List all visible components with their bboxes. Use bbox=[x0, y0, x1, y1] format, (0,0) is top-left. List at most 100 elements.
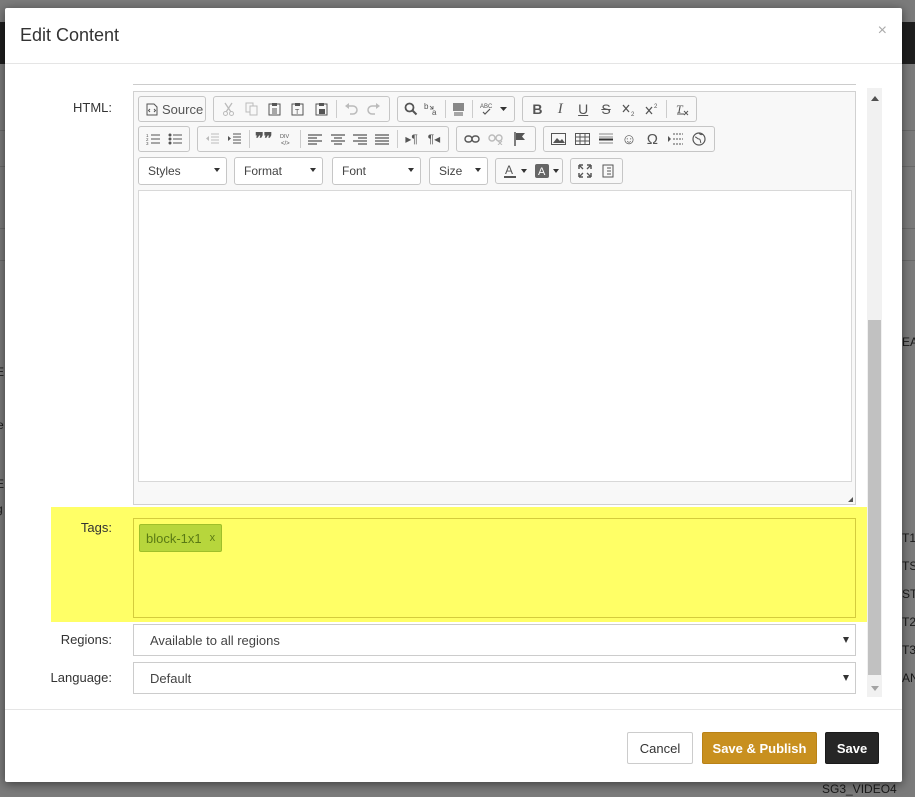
table-icon[interactable] bbox=[570, 128, 593, 150]
svg-text:3: 3 bbox=[146, 141, 149, 145]
chevron-down-icon bbox=[408, 168, 414, 172]
chevron-down-icon bbox=[521, 169, 527, 173]
underline-icon[interactable]: U bbox=[572, 98, 595, 120]
regions-select-value: Available to all regions bbox=[150, 632, 280, 648]
scroll-down-arrow-icon[interactable] bbox=[871, 686, 879, 691]
tag-remove-icon[interactable]: x bbox=[210, 532, 216, 544]
tag-chip-label: block-1x1 bbox=[146, 530, 202, 546]
text-color-button[interactable]: A bbox=[499, 160, 531, 182]
image-icon[interactable] bbox=[547, 128, 570, 150]
cut-icon[interactable] bbox=[217, 98, 240, 120]
horizontal-rule-icon[interactable] bbox=[594, 128, 617, 150]
link-icon[interactable] bbox=[460, 128, 484, 150]
iframe-globe-icon[interactable] bbox=[688, 128, 711, 150]
text-direction-ltr-icon[interactable]: ▸¶ bbox=[400, 128, 422, 150]
modal-footer: Cancel Save & Publish Save bbox=[5, 709, 902, 782]
toolbar-group-insert: ☺ Ω bbox=[543, 126, 715, 152]
cancel-button[interactable]: Cancel bbox=[627, 732, 693, 764]
tags-input[interactable]: block-1x1 x bbox=[133, 518, 856, 618]
format-dropdown[interactable]: Format bbox=[234, 157, 323, 185]
chevron-down-icon bbox=[843, 637, 849, 643]
chevron-down-icon bbox=[310, 168, 316, 172]
paste-word-icon[interactable] bbox=[310, 98, 333, 120]
paste-text-icon[interactable]: T bbox=[286, 98, 309, 120]
anchor-flag-icon[interactable] bbox=[508, 128, 532, 150]
bold-icon[interactable]: B bbox=[526, 98, 549, 120]
toolbar-group-tools bbox=[570, 158, 623, 184]
special-char-icon[interactable]: Ω bbox=[641, 128, 664, 150]
blockquote-icon[interactable]: ❞❞ bbox=[253, 128, 275, 150]
editor-resize-handle[interactable] bbox=[848, 497, 853, 502]
modal-scrollbar[interactable] bbox=[867, 88, 882, 697]
replace-icon[interactable]: ba bbox=[421, 98, 441, 120]
background-text: g bbox=[0, 502, 3, 516]
toolbar-group-document: Source bbox=[138, 96, 206, 122]
italic-icon[interactable]: I bbox=[549, 98, 572, 120]
edit-content-modal: Edit Content × HTML: Source T b a ABC B … bbox=[5, 8, 902, 782]
chevron-down-icon bbox=[500, 107, 507, 111]
close-icon[interactable]: × bbox=[878, 22, 887, 40]
svg-text:DIV: DIV bbox=[280, 134, 290, 140]
align-center-icon[interactable] bbox=[327, 128, 349, 150]
subscript-icon[interactable]: 2 bbox=[617, 98, 640, 120]
outdent-icon[interactable] bbox=[201, 128, 223, 150]
html-label: HTML: bbox=[73, 100, 112, 115]
paste-icon[interactable] bbox=[263, 98, 286, 120]
font-dropdown[interactable]: Font bbox=[332, 157, 421, 185]
scrollbar-thumb[interactable] bbox=[868, 320, 881, 675]
background-text: e bbox=[0, 418, 4, 432]
align-right-icon[interactable] bbox=[349, 128, 371, 150]
toolbar-group-colors: A A bbox=[495, 158, 563, 184]
size-dropdown[interactable]: Size bbox=[429, 157, 488, 185]
editor-content-area[interactable] bbox=[138, 190, 852, 482]
scroll-up-arrow-icon[interactable] bbox=[871, 96, 879, 101]
bulleted-list-icon[interactable] bbox=[164, 128, 186, 150]
toolbar-group-lists: 123 bbox=[138, 126, 190, 152]
modal-title: Edit Content bbox=[20, 25, 120, 45]
background-color-button[interactable]: A bbox=[531, 160, 563, 182]
spellcheck-button[interactable]: ABC bbox=[476, 98, 511, 120]
source-button[interactable]: Source bbox=[142, 98, 207, 120]
toolbar-separator bbox=[396, 130, 398, 148]
language-label: Language: bbox=[50, 670, 112, 685]
chevron-down-icon bbox=[475, 168, 481, 172]
format-dropdown-label: Format bbox=[244, 164, 283, 178]
maximize-icon[interactable] bbox=[574, 160, 597, 182]
styles-dropdown-label: Styles bbox=[148, 164, 181, 178]
background-text: SG3_VIDEO4 bbox=[822, 782, 897, 796]
toolbar-group-clipboard: T bbox=[213, 96, 390, 122]
create-div-icon[interactable]: DIV </> bbox=[275, 128, 297, 150]
find-icon[interactable] bbox=[401, 98, 421, 120]
svg-text:A: A bbox=[538, 166, 546, 178]
save-and-publish-button[interactable]: Save & Publish bbox=[702, 732, 817, 764]
remove-format-icon[interactable]: T bbox=[670, 98, 693, 120]
strikethrough-icon[interactable]: S bbox=[595, 98, 618, 120]
regions-label: Regions: bbox=[60, 632, 112, 647]
indent-icon[interactable] bbox=[223, 128, 245, 150]
unlink-icon[interactable] bbox=[484, 128, 508, 150]
background-color-icon: A bbox=[535, 164, 549, 178]
svg-text:A: A bbox=[505, 164, 513, 177]
language-select[interactable]: Default bbox=[133, 662, 856, 694]
redo-icon[interactable] bbox=[363, 98, 386, 120]
save-button[interactable]: Save bbox=[825, 732, 879, 764]
svg-text:2: 2 bbox=[631, 112, 635, 116]
smiley-icon[interactable]: ☺ bbox=[617, 128, 640, 150]
text-direction-rtl-icon[interactable]: ¶◂ bbox=[423, 128, 445, 150]
editor-divider bbox=[133, 84, 856, 85]
page-break-icon[interactable] bbox=[664, 128, 687, 150]
align-left-icon[interactable] bbox=[304, 128, 326, 150]
regions-select[interactable]: Available to all regions bbox=[133, 624, 856, 656]
numbered-list-icon[interactable]: 123 bbox=[142, 128, 164, 150]
superscript-icon[interactable]: 2 bbox=[640, 98, 663, 120]
toolbar-group-links bbox=[456, 126, 536, 152]
justify-icon[interactable] bbox=[371, 128, 393, 150]
styles-dropdown[interactable]: Styles bbox=[138, 157, 227, 185]
show-blocks-icon[interactable] bbox=[597, 160, 620, 182]
select-all-icon[interactable] bbox=[449, 98, 469, 120]
text-color-icon: A bbox=[504, 164, 516, 178]
copy-icon[interactable] bbox=[240, 98, 263, 120]
undo-icon[interactable] bbox=[340, 98, 363, 120]
toolbar-group-editing: ba ABC bbox=[397, 96, 515, 122]
background-text: AN bbox=[902, 671, 915, 685]
